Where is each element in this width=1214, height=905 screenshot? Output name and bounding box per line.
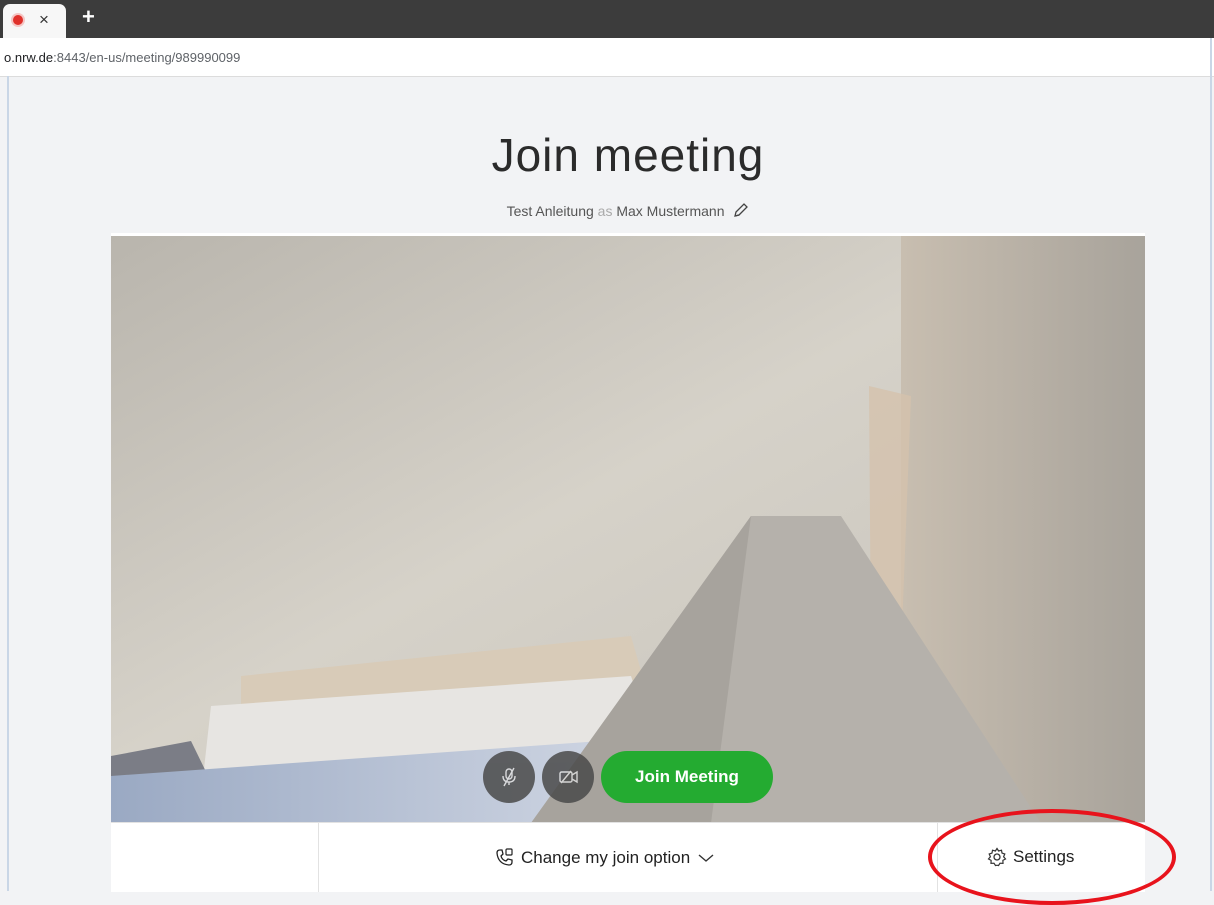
settings-label: Settings — [1013, 847, 1075, 866]
url-path: :8443/en-us/meeting/989990099 — [53, 50, 241, 65]
as-word: as — [597, 203, 613, 219]
gear-icon — [987, 847, 1007, 867]
close-tab-icon[interactable]: × — [39, 10, 49, 30]
pencil-icon[interactable] — [733, 202, 749, 221]
divider — [937, 823, 938, 892]
url-host: o.nrw.de — [4, 50, 54, 65]
camera-off-icon — [559, 770, 578, 784]
join-meeting-button[interactable]: Join Meeting — [601, 751, 773, 803]
change-join-option-label: Change my join option — [521, 848, 691, 867]
divider — [318, 823, 319, 892]
video-preview: Join Meeting — [111, 233, 1145, 823]
bottom-options-bar: Change my join option Settings — [111, 822, 1145, 892]
browser-tab[interactable]: × — [3, 4, 66, 38]
meeting-subtitle: Test Anleitung as Max Mustermann — [0, 202, 1214, 221]
microphone-muted-icon — [502, 767, 516, 787]
user-name: Max Mustermann — [616, 203, 725, 219]
page-title: Join meeting — [491, 129, 765, 181]
window-border-left — [7, 76, 9, 891]
camera-toggle-button[interactable] — [542, 751, 594, 803]
url-text[interactable]: o.nrw.de:8443/en-us/meeting/989990099 — [4, 50, 240, 65]
change-join-option-dropdown[interactable]: Change my join option — [493, 847, 714, 869]
settings-button[interactable]: Settings — [987, 847, 1074, 867]
address-bar[interactable]: o.nrw.de:8443/en-us/meeting/989990099 — [0, 38, 1214, 77]
new-tab-button[interactable]: + — [82, 5, 95, 29]
mute-microphone-button[interactable] — [483, 751, 535, 803]
camera-feed-image — [111, 236, 1145, 823]
phone-join-icon — [496, 848, 513, 866]
meeting-name: Test Anleitung — [506, 203, 594, 219]
chevron-down-icon — [698, 854, 714, 862]
record-dot-icon — [13, 15, 23, 25]
browser-tab-bar: × + — [0, 0, 1214, 38]
